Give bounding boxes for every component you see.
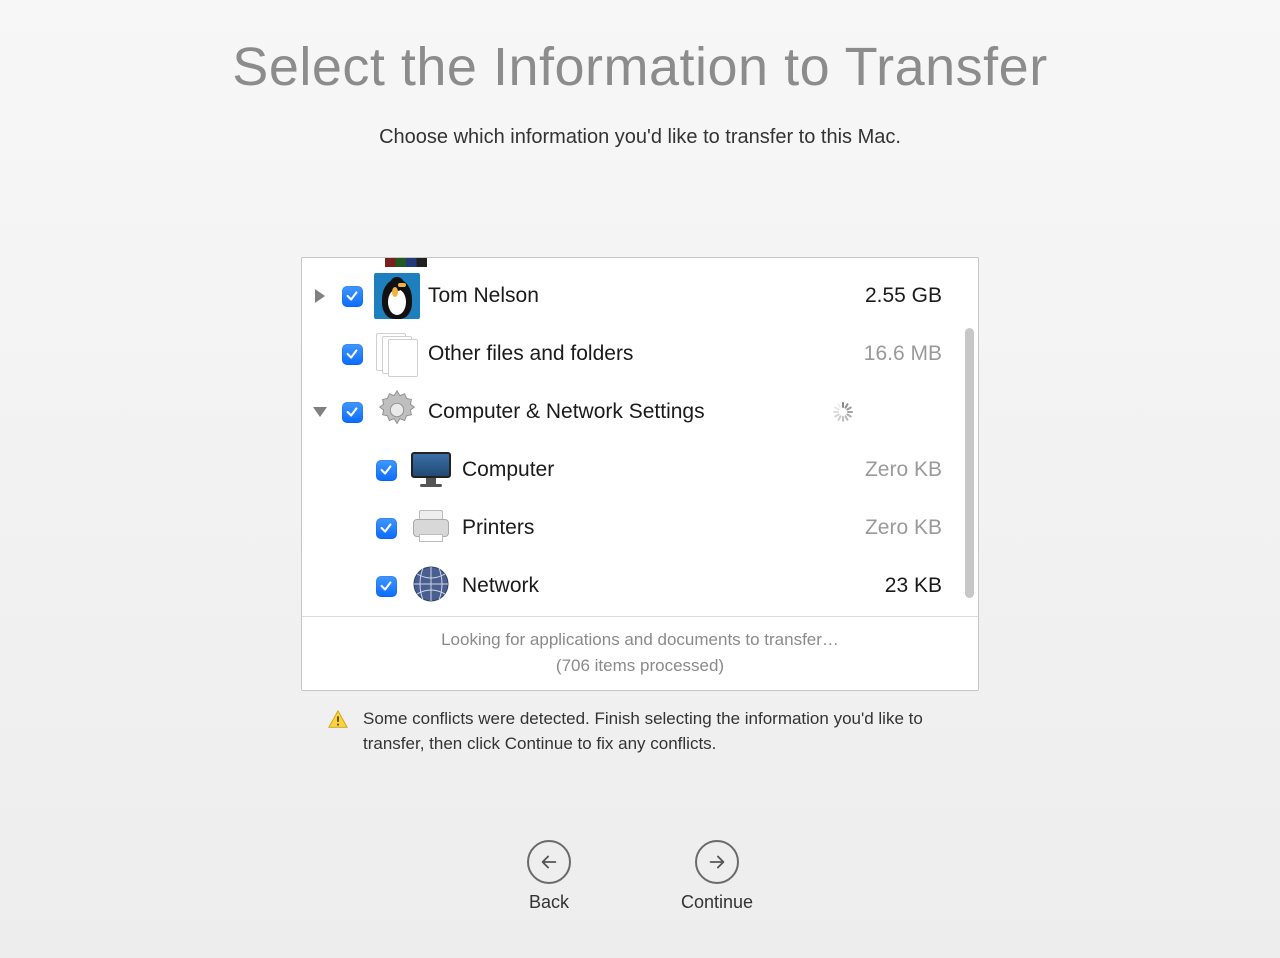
continue-label: Continue — [681, 892, 753, 913]
list-item-user[interactable]: Tom Nelson 2.55 GB — [302, 267, 978, 325]
partial-row-peek — [385, 258, 427, 267]
disclosure-expanded-icon[interactable] — [313, 407, 327, 417]
continue-button[interactable]: Continue — [681, 840, 753, 913]
checkbox[interactable] — [376, 518, 397, 539]
status-line-2: (706 items processed) — [310, 653, 970, 679]
list-item-settings[interactable]: Computer & Network Settings — [302, 383, 978, 441]
item-size: Zero KB — [832, 516, 942, 540]
checkbox[interactable] — [376, 576, 397, 597]
arrow-right-icon — [695, 840, 739, 884]
item-label: Computer — [462, 458, 832, 482]
item-size: 16.6 MB — [832, 342, 942, 366]
page-title: Select the Information to Transfer — [0, 0, 1280, 98]
item-label: Tom Nelson — [428, 284, 832, 308]
item-label: Network — [462, 574, 832, 598]
warning-message: Some conflicts were detected. Finish sel… — [301, 707, 979, 756]
list-item-computer[interactable]: Computer Zero KB — [302, 441, 978, 499]
back-label: Back — [527, 892, 571, 913]
transfer-panel: Tom Nelson 2.55 GB Other files and folde… — [301, 257, 979, 691]
disclosure-collapsed-icon[interactable] — [315, 289, 325, 303]
item-size: 23 KB — [832, 574, 942, 598]
printer-icon — [411, 510, 451, 546]
warning-text: Some conflicts were detected. Finish sel… — [363, 707, 953, 756]
scrollbar[interactable] — [965, 328, 974, 598]
list-item-network[interactable]: Network 23 KB — [302, 557, 978, 615]
checkbox[interactable] — [342, 286, 363, 307]
user-avatar-icon — [374, 273, 420, 319]
spinner-icon — [832, 401, 854, 423]
computer-icon — [411, 452, 451, 488]
checkbox[interactable] — [342, 402, 363, 423]
documents-icon — [374, 331, 420, 377]
transfer-list[interactable]: Tom Nelson 2.55 GB Other files and folde… — [302, 258, 978, 616]
warning-icon — [327, 709, 349, 731]
checkbox[interactable] — [376, 460, 397, 481]
item-label: Other files and folders — [428, 342, 832, 366]
item-label: Computer & Network Settings — [428, 400, 832, 424]
network-icon — [411, 564, 451, 609]
page-subtitle: Choose which information you'd like to t… — [0, 126, 1280, 149]
back-button[interactable]: Back — [527, 840, 571, 913]
list-item-printers[interactable]: Printers Zero KB — [302, 499, 978, 557]
item-size: Zero KB — [832, 458, 942, 482]
nav-buttons: Back Continue — [0, 840, 1280, 913]
item-spinner — [832, 401, 942, 423]
checkbox[interactable] — [342, 344, 363, 365]
item-size: 2.55 GB — [832, 284, 942, 308]
status-line-1: Looking for applications and documents t… — [310, 627, 970, 653]
list-item-other-files[interactable]: Other files and folders 16.6 MB — [302, 325, 978, 383]
gear-icon — [374, 387, 420, 438]
status-footer: Looking for applications and documents t… — [302, 616, 978, 690]
item-label: Printers — [462, 516, 832, 540]
arrow-left-icon — [527, 840, 571, 884]
